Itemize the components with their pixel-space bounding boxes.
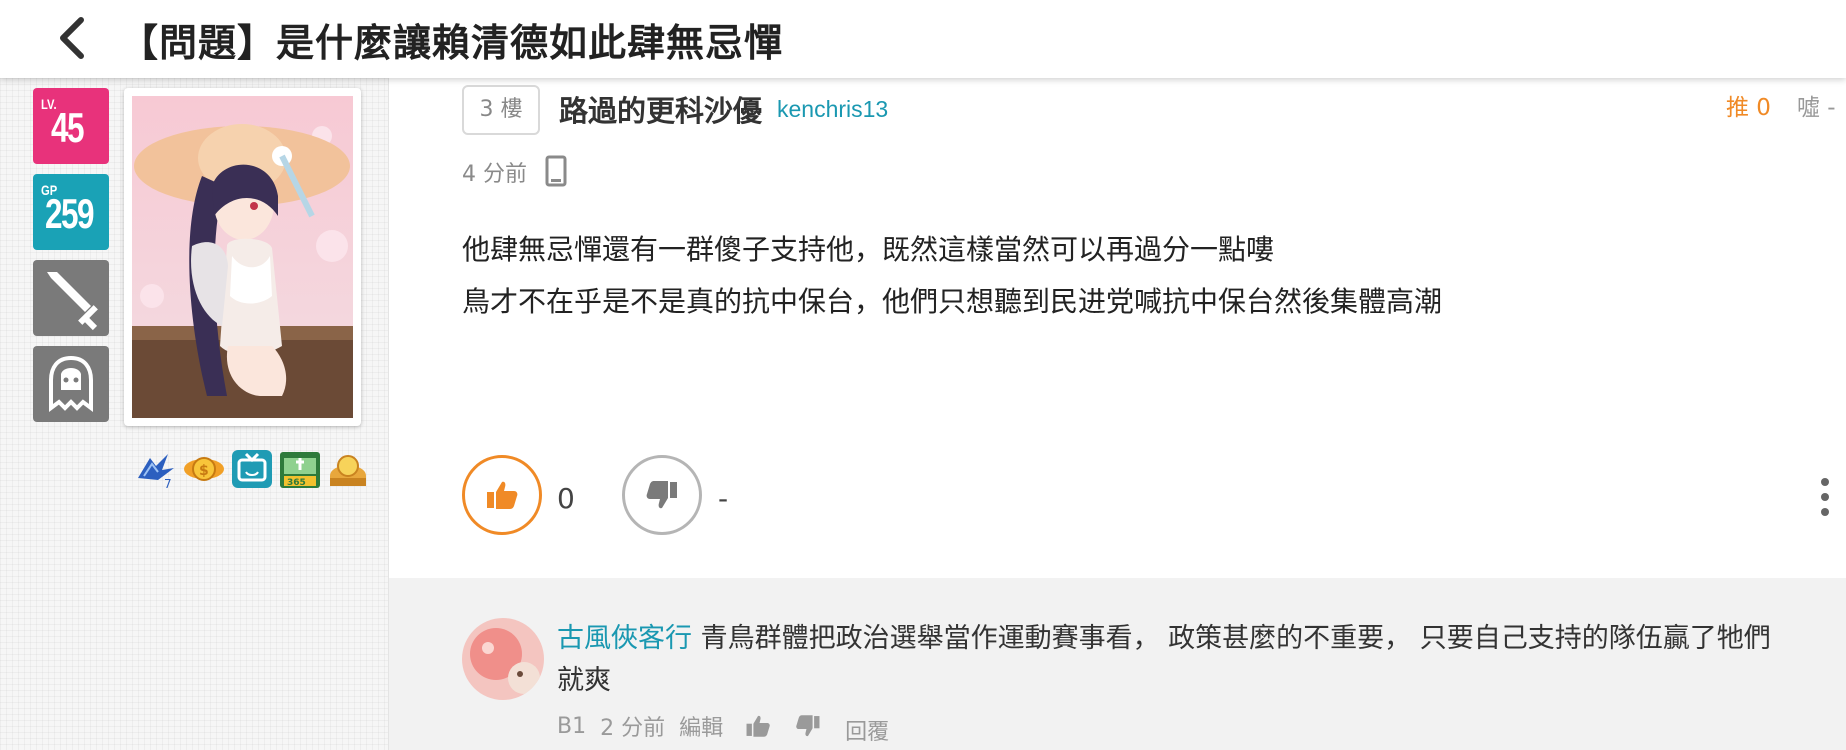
comment-time: 2 分前 [600,716,666,741]
calendar-365-medal-icon[interactable]: 365 [278,448,322,490]
author-id[interactable]: kenchris13 [777,96,888,123]
medal-list: 7 $ 365 [134,448,370,490]
comment-thumbs-down-icon[interactable] [795,713,821,739]
like-button[interactable] [462,455,542,535]
content-line: 他肆無忌憚還有一群傻子支持他，既然這樣當然可以再過分一點嘍 [462,233,1275,266]
top-bar: 【問題】是什麼讓賴清德如此肆無忌憚 [0,0,1846,78]
race-badge[interactable] [33,346,109,422]
thumbs-up-icon [487,481,518,509]
mobile-device-icon [545,155,567,187]
more-dot [1821,478,1829,486]
dragon-medal-icon[interactable]: 7 [134,448,178,490]
post-time: 4 分前 [462,162,527,187]
gp-value: 259 [45,190,95,237]
user-avatar[interactable] [124,88,361,426]
comment-meta: B1 2 分前 編輯 回覆 [557,706,889,746]
like-count: 0 [557,482,575,515]
comment-username[interactable]: 古風俠客行 [557,623,692,654]
treasure-medal-icon[interactable] [326,448,370,490]
avatar-illustration [132,96,353,418]
author-name[interactable]: 路過的更科沙優 [559,88,762,130]
post: 3 樓 路過的更科沙優 kenchris13 推 0 噓 - 4 分前 他肆無忌… [389,78,1846,578]
floor-number[interactable]: 3 樓 [462,85,540,135]
comment-text: 青鳥群體把政治選舉當作運動賽事看， 政策甚麼的不重要， 只要自己支持的隊伍贏了牠… [557,623,1771,696]
post-content: 他肆無忌憚還有一群傻子支持他，既然這樣當然可以再過分一點嘍 鳥才不在乎是不是真的… [462,224,1442,328]
comment-section: 古風俠客行 青鳥群體把政治選舉當作運動賽事看， 政策甚麼的不重要， 只要自己支持… [389,578,1846,750]
more-options-button[interactable] [1805,474,1845,520]
tv-medal-icon[interactable] [230,448,274,490]
more-dot [1821,493,1829,501]
gp-badge[interactable]: GP 259 [33,174,109,250]
level-value: 45 [51,104,85,151]
comment-reply-link[interactable]: 回覆 [845,714,889,746]
content-line: 鳥才不在乎是不是真的抗中保台，他們只想聽到民进党喊抗中保台然後集體高潮 [462,285,1443,318]
career-badge[interactable] [33,260,109,336]
page-title: 【問題】是什麼讓賴清德如此肆無忌憚 [120,21,784,65]
comment-avatar[interactable] [462,618,544,700]
back-button[interactable] [50,16,94,60]
comment-body: 古風俠客行 青鳥群體把政治選舉當作運動賽事看， 政策甚麼的不重要， 只要自己支持… [557,618,1787,702]
boo-count[interactable]: 噓 - [1797,88,1836,122]
chevron-left-icon [60,17,84,59]
svg-text:7: 7 [164,477,172,490]
comment-edit-link[interactable]: 編輯 [679,710,723,742]
dislike-count: - [718,482,729,515]
svg-text:$: $ [199,463,209,479]
coin-medal-icon[interactable]: $ [182,448,226,490]
ghost-icon [49,355,93,412]
thumbs-down-icon [646,481,677,509]
comment-floor: B1 [557,713,587,739]
svg-text:365: 365 [287,478,306,488]
push-count[interactable]: 推 0 [1726,88,1771,122]
comment-thumbs-up-icon[interactable] [745,713,771,739]
user-panel: LV. 45 GP 259 7 $ 365 [0,78,389,750]
more-dot [1821,508,1829,516]
comment-avatar-image [462,618,544,700]
level-badge[interactable]: LV. 45 [33,88,109,164]
dislike-button[interactable] [622,455,702,535]
sword-icon [47,272,98,331]
